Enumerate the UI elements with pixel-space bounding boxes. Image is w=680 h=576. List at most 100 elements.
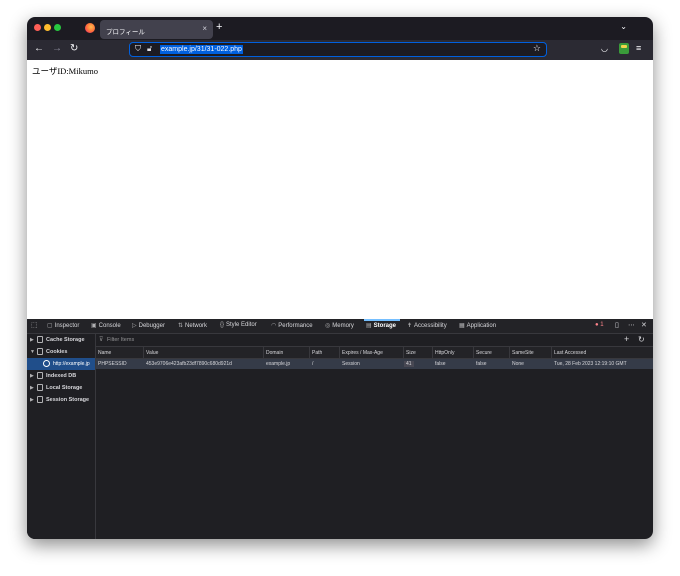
tab-application-label: Application	[466, 323, 497, 329]
tab-debugger[interactable]: ▷ Debugger	[132, 322, 165, 329]
column-divider[interactable]	[309, 347, 310, 358]
dock-side-icon[interactable]: ▯	[615, 321, 619, 329]
back-arrow-icon[interactable]: ←	[34, 43, 44, 55]
tab-close-icon[interactable]: ×	[202, 24, 207, 33]
tree-item-cache-storage[interactable]: ▶ Cache Storage	[27, 334, 95, 346]
tab-storage[interactable]: ▤ Storage	[366, 322, 396, 329]
performance-icon: ◠	[271, 323, 277, 329]
close-window-button[interactable]	[34, 24, 41, 31]
tab-memory-label: Memory	[332, 323, 354, 329]
reload-icon[interactable]: ↻	[70, 43, 78, 55]
devtools-panel: ⬚ ▢ Inspector ▣ Console ▷ Debugger ⇅ Network…	[27, 319, 653, 539]
zoom-window-button[interactable]	[54, 24, 61, 31]
globe-icon	[43, 360, 50, 367]
tree-item-local-storage[interactable]: ▶ Local Storage	[27, 382, 95, 394]
column-header[interactable]: Name	[98, 350, 111, 356]
tab-performance-label: Performance	[278, 323, 313, 329]
devtools-toolbar: ⬚ ▢ Inspector ▣ Console ▷ Debugger ⇅ Network…	[27, 319, 653, 334]
column-header[interactable]: SameSite	[512, 350, 534, 356]
bookmark-star-icon[interactable]: ☆	[533, 43, 541, 54]
cookie-expires: Session	[342, 361, 360, 367]
memory-icon: ◎	[325, 323, 331, 329]
debugger-icon: ▷	[132, 323, 137, 329]
filter-bar: ⊽ + ↻	[96, 334, 653, 347]
tree-item-indexed-db[interactable]: ▶ Indexed DB	[27, 370, 95, 382]
column-header[interactable]: Size	[406, 350, 416, 356]
minimize-window-button[interactable]	[44, 24, 51, 31]
cookie-path: /	[312, 361, 314, 367]
tree-item-label: Session Storage	[46, 397, 90, 403]
add-item-button[interactable]: +	[624, 334, 629, 344]
tab-console[interactable]: ▣ Console	[91, 322, 121, 329]
tab-network[interactable]: ⇅ Network	[178, 322, 207, 329]
browser-tab[interactable]: プロフィール ×	[100, 20, 213, 39]
extension-icon[interactable]	[619, 43, 629, 54]
storage-type-icon	[37, 384, 43, 391]
column-divider[interactable]	[143, 347, 144, 358]
column-header[interactable]: HttpOnly	[435, 350, 454, 356]
tab-storage-label: Storage	[373, 323, 397, 329]
column-header[interactable]: Value	[146, 350, 158, 356]
tab-style-editor[interactable]: {} Style Editor	[220, 322, 257, 328]
table-header: Name Value Domain Path Expires / Max-Age…	[96, 347, 653, 359]
cookie-last-accessed: Tue, 28 Feb 2023 12:19:10 GMT	[554, 361, 627, 367]
storage-type-icon	[37, 336, 43, 343]
column-divider[interactable]	[509, 347, 510, 358]
tab-network-label: Network	[185, 323, 208, 329]
pocket-icon[interactable]: ◡	[601, 44, 608, 53]
tab-inspector[interactable]: ▢ Inspector	[47, 322, 79, 329]
tab-accessibility[interactable]: ✝ Accessibility	[407, 322, 447, 329]
menu-hamburger-icon[interactable]: ≡	[636, 43, 641, 53]
url-text[interactable]: example.jp/31/31-022.php	[160, 45, 243, 54]
cookie-secure: false	[476, 361, 487, 367]
column-header[interactable]: Path	[312, 350, 322, 356]
refresh-icon[interactable]: ↻	[638, 335, 645, 344]
network-icon: ⇅	[178, 323, 184, 329]
filter-items-input[interactable]	[107, 337, 307, 343]
tree-item-session-storage[interactable]: ▶ Session Storage	[27, 394, 95, 406]
storage-type-icon	[37, 372, 43, 379]
column-divider[interactable]	[403, 347, 404, 358]
tab-performance[interactable]: ◠ Performance	[271, 322, 313, 329]
application-icon: ▦	[459, 323, 465, 329]
site-lock-icon[interactable]: 🔓︎	[147, 44, 152, 54]
column-divider[interactable]	[432, 347, 433, 358]
tab-application[interactable]: ▦ Application	[459, 322, 496, 329]
column-header[interactable]: Domain	[266, 350, 283, 356]
storage-type-icon	[37, 396, 43, 403]
table-row[interactable]: PHPSESSID 453e9706e423afb23df7890c680d92…	[96, 359, 653, 369]
cookie-name: PHPSESSID	[98, 361, 127, 367]
error-count-badge[interactable]: ● 1	[595, 322, 604, 328]
expanded-arrow-icon: ▼	[30, 349, 35, 355]
storage-icon: ▤	[366, 323, 372, 329]
tab-list-chevron-icon[interactable]: ⌄	[620, 22, 627, 31]
cookie-domain: example.jp	[266, 361, 291, 367]
column-divider[interactable]	[339, 347, 340, 358]
accessibility-icon: ✝	[407, 323, 413, 329]
tree-item-example-jp[interactable]: http://example.jp	[27, 358, 95, 370]
tree-item-label: Cookies	[46, 349, 68, 355]
new-tab-button[interactable]: +	[216, 21, 222, 33]
firefox-icon	[85, 23, 95, 33]
collapsed-arrow-icon: ▶	[30, 337, 34, 343]
active-tab-indicator	[364, 319, 400, 321]
element-picker-icon[interactable]: ⬚	[31, 321, 38, 329]
collapsed-arrow-icon: ▶	[30, 373, 34, 379]
url-bar[interactable]: ⛉ 🔓︎ example.jp/31/31-022.php ☆	[129, 42, 547, 57]
column-divider[interactable]	[473, 347, 474, 358]
tree-item-cookies[interactable]: ▼ Cookies	[27, 346, 95, 358]
tab-memory[interactable]: ◎ Memory	[325, 322, 354, 329]
tab-accessibility-label: Accessibility	[414, 323, 447, 329]
navigation-bar: ← → ↻ ⛉ 🔓︎ example.jp/31/31-022.php ☆ ◡ …	[27, 40, 653, 60]
column-header[interactable]: Last Accessed	[554, 350, 586, 356]
tracking-protection-shield-icon[interactable]: ⛉	[135, 44, 141, 54]
column-divider[interactable]	[551, 347, 552, 358]
cookie-value: 453e9706e423afb23df7890c680d921d	[146, 361, 232, 367]
column-header[interactable]: Expires / Max-Age	[342, 350, 383, 356]
more-options-icon[interactable]: ⋯	[628, 321, 635, 329]
close-devtools-icon[interactable]: ✕	[641, 321, 647, 329]
forward-arrow-icon[interactable]: →	[52, 43, 62, 55]
column-divider[interactable]	[263, 347, 264, 358]
error-icon: ●	[595, 322, 599, 328]
column-header[interactable]: Secure	[476, 350, 492, 356]
